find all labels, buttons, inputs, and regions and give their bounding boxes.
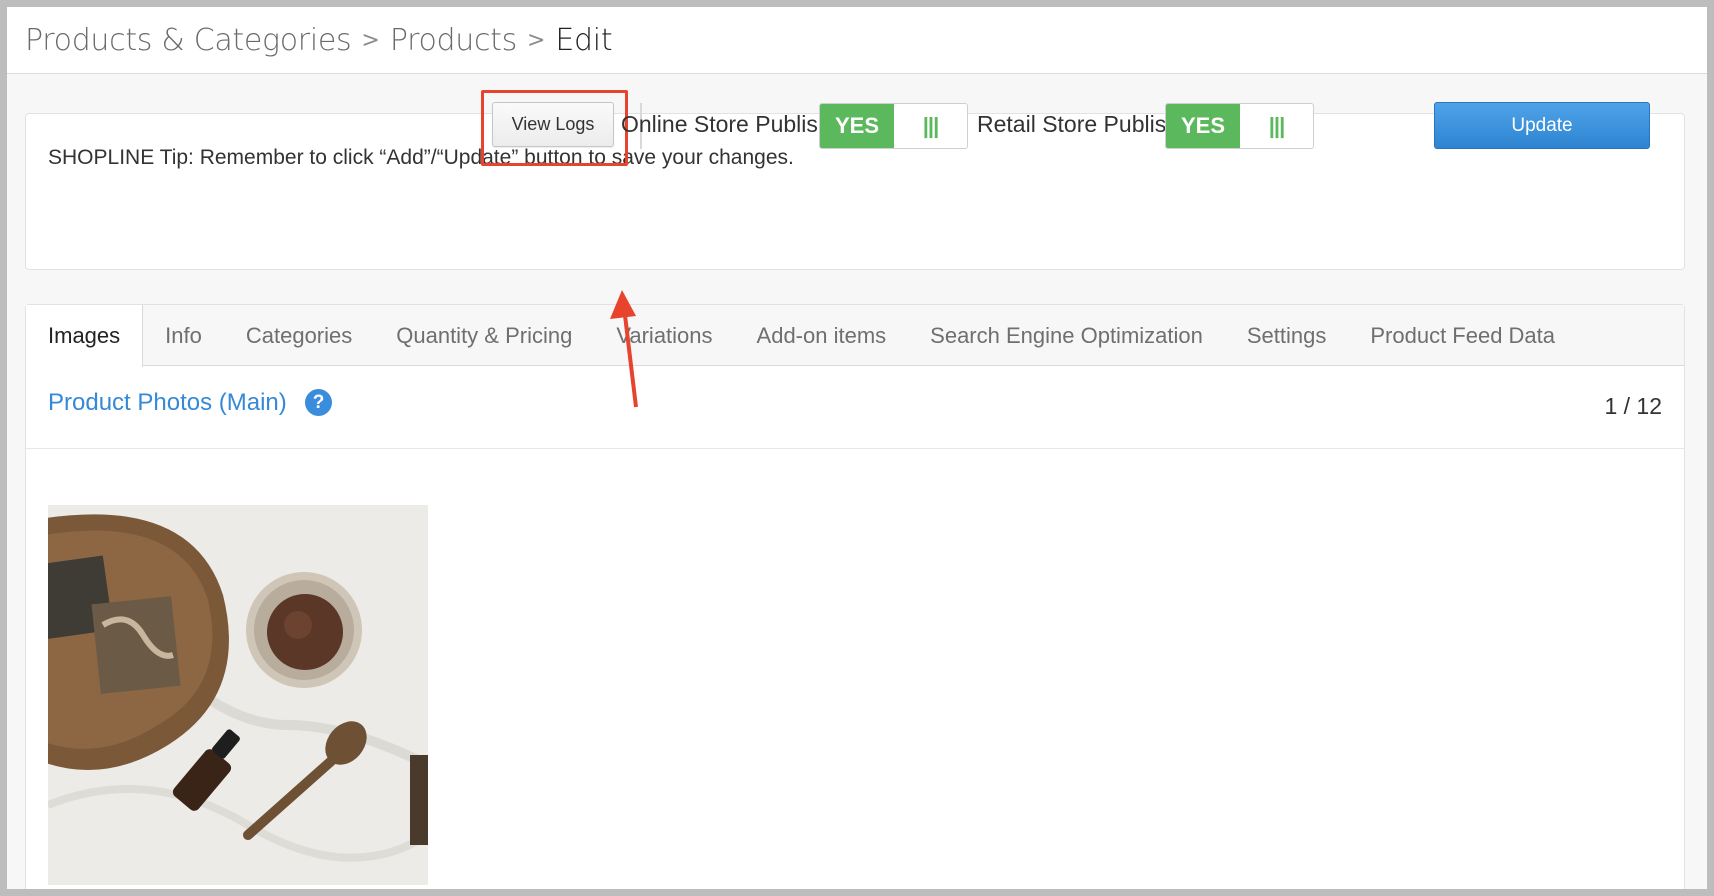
toggle-handle-icon: ||| <box>1268 113 1285 138</box>
online-store-publish-label: Online Store Publish <box>621 111 831 137</box>
tab-product-feed-data[interactable]: Product Feed Data <box>1348 305 1577 366</box>
tab-add-on-items[interactable]: Add-on items <box>735 305 909 366</box>
toggle-yes-label: YES <box>1166 104 1240 148</box>
update-button[interactable]: Update <box>1434 102 1650 149</box>
product-photo[interactable] <box>48 505 428 885</box>
content-panel: Images Info Categories Quantity & Pricin… <box>25 304 1685 889</box>
toggle-yes-label: YES <box>820 104 894 148</box>
retail-store-publish-label: Retail Store Publish <box>977 111 1179 137</box>
tab-settings[interactable]: Settings <box>1225 305 1349 366</box>
view-logs-button[interactable]: View Logs <box>492 102 614 147</box>
photos-header: Product Photos (Main) ? 1 / 12 <box>26 367 1684 449</box>
app-frame: Products & Categories > Products > Edit … <box>7 7 1707 889</box>
tab-info[interactable]: Info <box>143 305 224 366</box>
tab-variations[interactable]: Variations <box>594 305 734 366</box>
photo-count: 1 / 12 <box>1604 393 1662 419</box>
online-store-publish-toggle[interactable]: YES ||| <box>819 103 968 149</box>
retail-store-publish-toggle[interactable]: YES ||| <box>1165 103 1314 149</box>
tab-bar: Images Info Categories Quantity & Pricin… <box>26 305 1684 367</box>
tab-quantity-pricing[interactable]: Quantity & Pricing <box>374 305 594 366</box>
tab-seo[interactable]: Search Engine Optimization <box>908 305 1225 366</box>
help-icon[interactable]: ? <box>305 389 332 416</box>
tab-images[interactable]: Images <box>26 305 144 367</box>
product-photos-title: Product Photos (Main) <box>48 389 287 416</box>
toggle-handle-icon: ||| <box>922 113 939 138</box>
product-photo-illustration <box>48 505 428 885</box>
tab-categories[interactable]: Categories <box>224 305 374 366</box>
